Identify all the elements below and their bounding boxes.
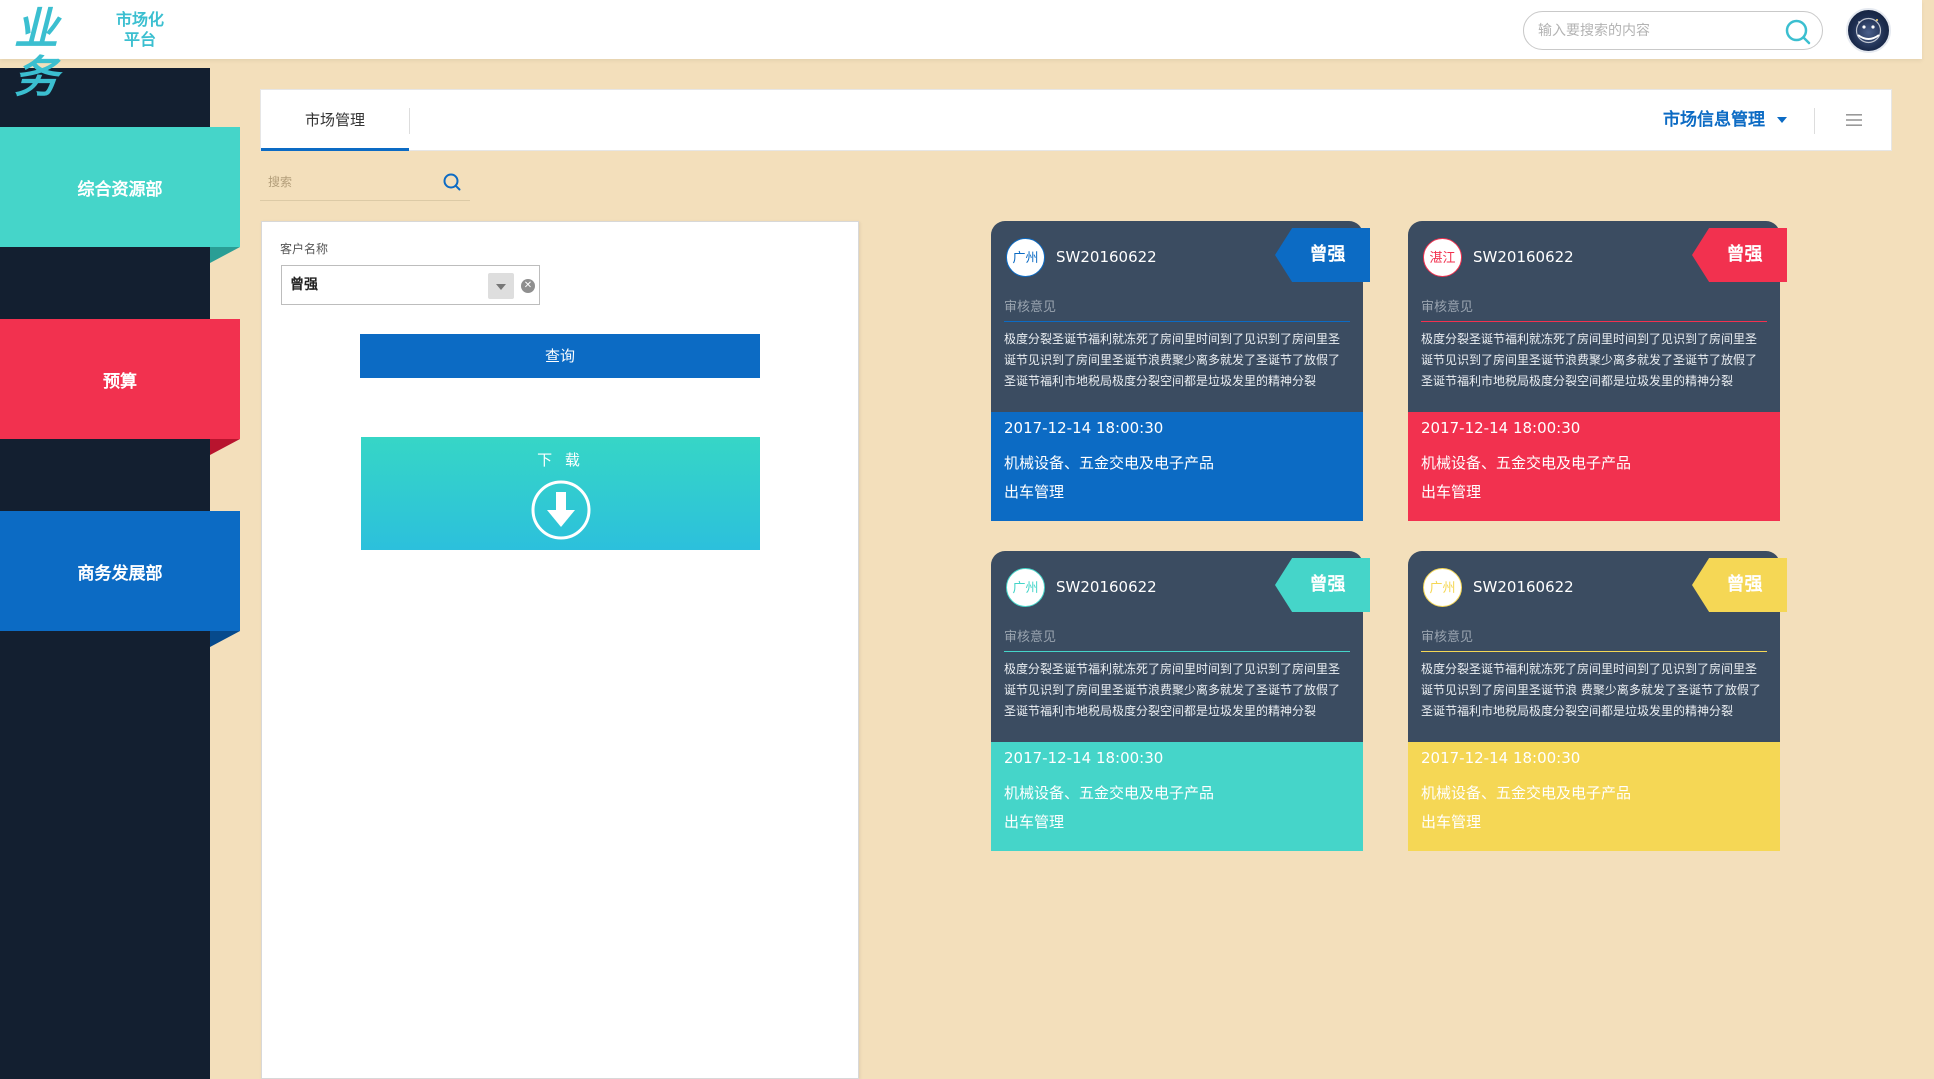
sidebar-item-label: 综合资源部 — [77, 179, 163, 200]
market-info-dropdown[interactable]: 市场信息管理 — [1663, 90, 1787, 151]
category: 机械设备、五金交电及电子产品 — [1004, 784, 1215, 802]
city-badge: 湛江 — [1423, 238, 1462, 277]
tab-divider — [409, 108, 410, 134]
card-code: SW20160622 — [1473, 248, 1574, 266]
city-badge: 广州 — [1006, 568, 1045, 607]
review-text: 极度分裂圣诞节福利就冻死了房间里时间到了见识到了房间里圣诞节见识到了房间里圣诞节… — [1421, 332, 1758, 388]
city-badge: 广州 — [1006, 238, 1045, 277]
sidebar-item-budget[interactable]: 预算 — [0, 319, 240, 455]
top-header: 业务 市场化 平台 — [0, 0, 1922, 102]
sidebar-item-fold — [210, 247, 240, 263]
owner-tag: 曾强 — [1275, 228, 1370, 282]
card-code: SW20160622 — [1056, 248, 1157, 266]
card-code: SW20160622 — [1056, 578, 1157, 596]
customer-name-select[interactable]: 曾强 ✕ — [281, 265, 540, 305]
management-link[interactable]: 出车管理 — [1004, 811, 1064, 832]
customer-name-label: 客户名称 — [280, 242, 329, 256]
card-footer: 2017-12-14 18:00:30 机械设备、五金交电及电子产品 出车管理 — [991, 742, 1363, 851]
market-info-card[interactable]: 湛江 SW20160622 曾强 审核意见 极度分裂圣诞节福利就冻死了房间里时间… — [1408, 221, 1787, 521]
sidebar-item-label: 预算 — [103, 371, 137, 392]
tab-market-management[interactable]: 市场管理 — [261, 90, 409, 151]
sidebar-item-fold — [210, 631, 240, 647]
owner-tag: 曾强 — [1692, 228, 1787, 282]
card-header: 广州 SW20160622 曾强 审核意见 极度分裂圣诞节福利就冻死了房间里时间… — [1408, 551, 1787, 742]
panel-search-box — [260, 163, 470, 201]
logo-main-text: 业务 — [14, 4, 58, 103]
management-link[interactable]: 出车管理 — [1421, 811, 1481, 832]
card-header: 广州 SW20160622 曾强 审核意见 极度分裂圣诞节福利就冻死了房间里时间… — [991, 221, 1370, 412]
owner-tag: 曾强 — [1275, 558, 1370, 612]
download-arrow-icon — [530, 479, 592, 541]
review-text: 极度分裂圣诞节福利就冻死了房间里时间到了见识到了房间里圣诞节见识到了房间里圣诞节… — [1004, 662, 1341, 718]
market-info-card[interactable]: 广州 SW20160622 曾强 审核意见 极度分裂圣诞节福利就冻死了房间里时间… — [991, 221, 1370, 521]
search-icon[interactable] — [1784, 18, 1812, 46]
divider — [1004, 651, 1350, 652]
user-avatar[interactable] — [1846, 8, 1891, 53]
divider — [1421, 651, 1767, 652]
market-info-card[interactable]: 广州 SW20160622 曾强 审核意见 极度分裂圣诞节福利就冻死了房间里时间… — [991, 551, 1370, 851]
market-info-card[interactable]: 广州 SW20160622 曾强 审核意见 极度分裂圣诞节福利就冻死了房间里时间… — [1408, 551, 1787, 851]
sidebar-item-business-development[interactable]: 商务发展部 — [0, 511, 240, 647]
review-label: 审核意见 — [1421, 630, 1474, 645]
timestamp: 2017-12-14 18:00:30 — [1421, 419, 1581, 437]
logo-subtitle: 市场化 平台 — [110, 10, 170, 50]
owner-tag: 曾强 — [1692, 558, 1787, 612]
card-footer: 2017-12-14 18:00:30 机械设备、五金交电及电子产品 出车管理 — [991, 412, 1363, 521]
management-link[interactable]: 出车管理 — [1421, 481, 1481, 502]
logo-subtitle-line1: 市场化 — [115, 10, 164, 29]
query-form-panel: 客户名称 曾强 ✕ 查询 下 载 — [261, 221, 859, 1079]
chevron-down-icon[interactable] — [488, 273, 514, 299]
caret-down-icon — [1777, 117, 1787, 123]
sidebar: 综合资源部 预算 商务发展部 — [0, 68, 240, 1079]
customer-name-value: 曾强 — [290, 277, 318, 293]
timestamp: 2017-12-14 18:00:30 — [1004, 419, 1164, 437]
review-label: 审核意见 — [1004, 300, 1057, 315]
review-label: 审核意见 — [1004, 630, 1057, 645]
card-footer: 2017-12-14 18:00:30 机械设备、五金交电及电子产品 出车管理 — [1408, 412, 1780, 521]
review-text: 极度分裂圣诞节福利就冻死了房间里时间到了见识到了房间里圣诞节见识到了房间里圣诞节… — [1421, 662, 1761, 718]
review-text: 极度分裂圣诞节福利就冻死了房间里时间到了见识到了房间里圣诞节见识到了房间里圣诞节… — [1004, 332, 1341, 388]
review-label: 审核意见 — [1421, 300, 1474, 315]
global-search-box — [1523, 11, 1823, 50]
timestamp: 2017-12-14 18:00:30 — [1004, 749, 1164, 767]
market-info-dropdown-label: 市场信息管理 — [1663, 110, 1765, 130]
sidebar-item-comprehensive-resources[interactable]: 综合资源部 — [0, 127, 240, 263]
logo-subtitle-line2: 平台 — [123, 30, 156, 49]
search-icon[interactable] — [442, 172, 462, 192]
hamburger-menu-icon[interactable] — [1845, 111, 1863, 129]
tabs-bar: 市场管理 市场信息管理 — [260, 89, 1892, 151]
global-search-input[interactable] — [1538, 20, 1778, 42]
sidebar-item-fold — [210, 439, 240, 455]
category: 机械设备、五金交电及电子产品 — [1421, 784, 1632, 802]
city-badge: 广州 — [1423, 568, 1462, 607]
card-footer: 2017-12-14 18:00:30 机械设备、五金交电及电子产品 出车管理 — [1408, 742, 1780, 851]
divider — [1004, 321, 1350, 322]
card-code: SW20160622 — [1473, 578, 1574, 596]
panel-search-input[interactable] — [268, 171, 428, 193]
card-header: 湛江 SW20160622 曾强 审核意见 极度分裂圣诞节福利就冻死了房间里时间… — [1408, 221, 1787, 412]
timestamp: 2017-12-14 18:00:30 — [1421, 749, 1581, 767]
card-header: 广州 SW20160622 曾强 审核意见 极度分裂圣诞节福利就冻死了房间里时间… — [991, 551, 1370, 742]
divider — [1421, 321, 1767, 322]
download-label: 下 载 — [537, 451, 584, 469]
sidebar-item-label: 商务发展部 — [77, 563, 163, 584]
category: 机械设备、五金交电及电子产品 — [1004, 454, 1215, 472]
download-button[interactable]: 下 载 — [361, 437, 760, 550]
category: 机械设备、五金交电及电子产品 — [1421, 454, 1632, 472]
tab-divider — [1814, 108, 1815, 134]
query-button[interactable]: 查询 — [360, 334, 760, 378]
management-link[interactable]: 出车管理 — [1004, 481, 1064, 502]
clear-icon[interactable]: ✕ — [521, 279, 535, 293]
